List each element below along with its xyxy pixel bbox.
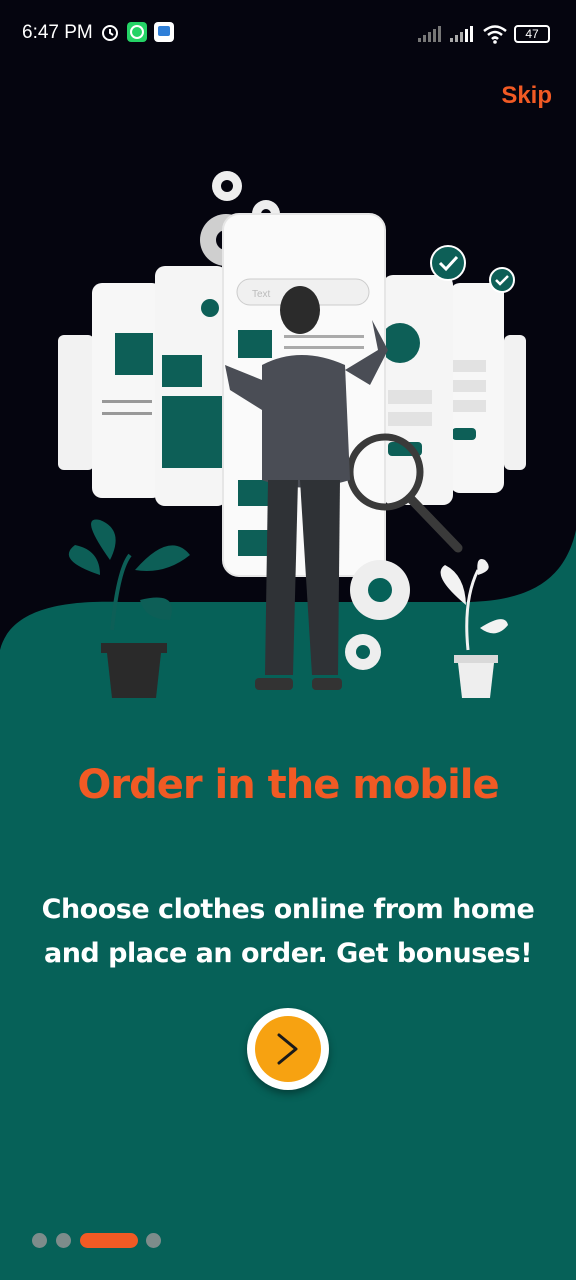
app-icon [154, 22, 174, 42]
alarm-icon [102, 25, 118, 41]
onboarding-title: Order in the mobile [77, 762, 499, 808]
skip-button[interactable]: Skip [501, 82, 552, 110]
onboarding-illustration: Text [58, 171, 526, 698]
status-time: 6:47 PM [22, 22, 93, 43]
page-dot[interactable] [56, 1233, 71, 1248]
battery-icon: 47 [514, 25, 550, 43]
whatsapp-icon [127, 22, 147, 42]
chevron-right-icon [277, 1033, 298, 1065]
page-dot[interactable] [146, 1233, 161, 1248]
battery-level: 47 [525, 27, 539, 41]
signal-icon [418, 26, 441, 42]
status-bar: 6:47 PM 47 [0, 0, 576, 68]
illustration-search-placeholder: Text [252, 289, 271, 300]
onboarding-subtitle: Choose clothes online from home and plac… [41, 894, 535, 969]
next-button-circle [255, 1016, 321, 1082]
page-dot-active[interactable] [80, 1233, 138, 1248]
next-button[interactable] [247, 1008, 329, 1090]
page-dot[interactable] [32, 1233, 47, 1248]
wifi-icon [483, 25, 507, 44]
signal-icon [450, 26, 473, 42]
